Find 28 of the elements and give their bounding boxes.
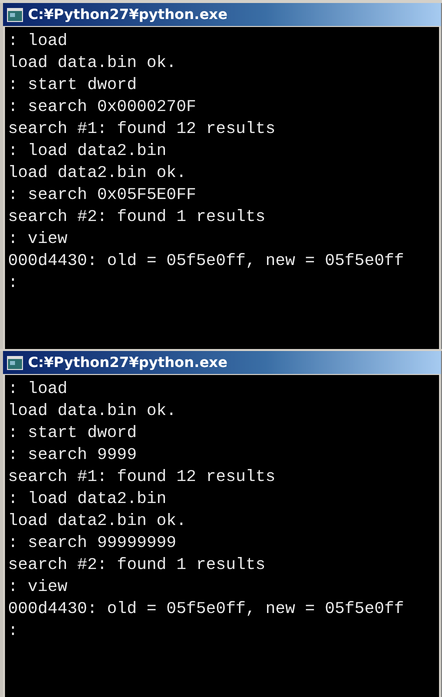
window-title: C:¥Python27¥python.exe — [28, 6, 228, 22]
console-line: 000d4430: old = 05f5e0ff, new = 05f5e0ff — [8, 250, 404, 272]
console-line: load data2.bin ok. — [8, 162, 186, 184]
console-line: : — [8, 620, 18, 642]
console-line: load data.bin ok. — [8, 400, 176, 422]
console-line: : search 0x0000270F — [8, 96, 196, 118]
console-icon — [7, 8, 23, 22]
console-line: search #1: found 12 results — [8, 466, 276, 488]
console-icon — [7, 356, 23, 370]
console-line: search #1: found 12 results — [8, 118, 276, 140]
console-line: : load — [8, 30, 68, 52]
console-line: : view — [8, 228, 68, 250]
console-line: : start dword — [8, 74, 137, 96]
console-line: 000d4430: old = 05f5e0ff, new = 05f5e0ff — [8, 598, 404, 620]
window-title: C:¥Python27¥python.exe — [28, 354, 228, 370]
console-line: : search 9999 — [8, 444, 137, 466]
console-line: : start dword — [8, 422, 137, 444]
console-line: : load data2.bin — [8, 140, 166, 162]
console-line: search #2: found 1 results — [8, 206, 266, 228]
console-line: load data.bin ok. — [8, 52, 176, 74]
console-line: : view — [8, 576, 68, 598]
console-line: search #2: found 1 results — [8, 554, 266, 576]
console-line: : — [8, 272, 18, 294]
console-line: : load data2.bin — [8, 488, 166, 510]
console-line: : search 99999999 — [8, 532, 176, 554]
console-line: load data2.bin ok. — [8, 510, 186, 532]
console-line: : search 0x05F5E0FF — [8, 184, 196, 206]
console-line: : load — [8, 378, 68, 400]
